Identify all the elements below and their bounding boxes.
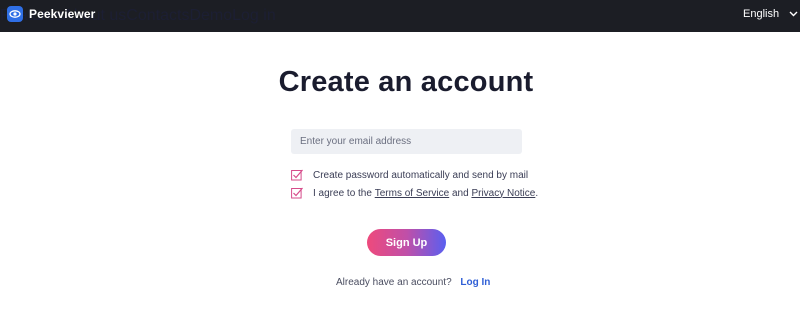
and-text: and bbox=[451, 187, 469, 199]
auto-password-label: Create password automatically and send b… bbox=[313, 169, 529, 181]
chevron-down-icon bbox=[789, 11, 798, 17]
login-link[interactable]: Log in bbox=[232, 7, 276, 25]
nav-demo[interactable]: Demo bbox=[189, 7, 232, 25]
terms-link[interactable]: Terms of Service bbox=[375, 188, 449, 199]
eye-logo-icon bbox=[7, 6, 23, 22]
email-field[interactable] bbox=[291, 129, 522, 154]
checkbox-checked-icon[interactable] bbox=[291, 169, 303, 181]
top-navbar: Peekviewer Features About us Contacts De… bbox=[0, 0, 800, 32]
nav-contacts[interactable]: Contacts bbox=[126, 7, 189, 25]
auto-password-option: Create password automatically and send b… bbox=[291, 169, 528, 181]
language-label: English bbox=[743, 8, 780, 20]
log-in-link[interactable]: Log In bbox=[460, 277, 490, 288]
agree-terms-option: I agree to the Terms of Service and Priv… bbox=[291, 187, 538, 199]
login-prompt: Already have an account? Log In bbox=[336, 277, 490, 288]
checkbox-checked-icon[interactable] bbox=[291, 187, 303, 199]
brand[interactable]: Peekviewer bbox=[7, 6, 95, 22]
agree-prefix: I agree to the bbox=[313, 187, 372, 199]
sign-up-button[interactable]: Sign Up bbox=[367, 229, 446, 256]
page-title: Create an account bbox=[278, 66, 534, 98]
brand-name: Peekviewer bbox=[29, 7, 96, 21]
language-select[interactable]: English bbox=[743, 8, 798, 20]
privacy-link[interactable]: Privacy Notice bbox=[471, 188, 535, 199]
already-have-account-text: Already have an account? bbox=[336, 277, 452, 288]
